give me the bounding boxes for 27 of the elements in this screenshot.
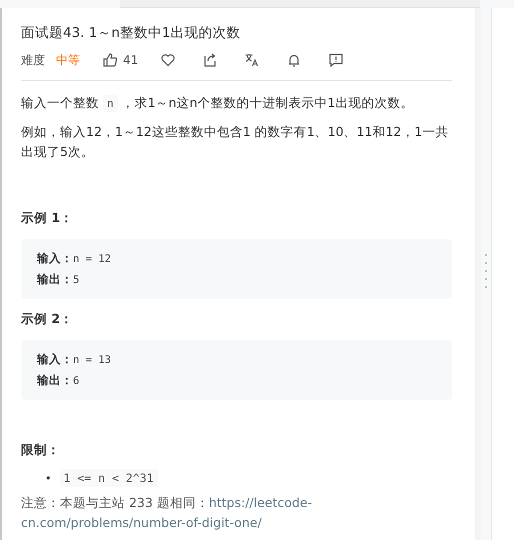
output-label: 输出： [37, 373, 73, 387]
favorite-button[interactable] [160, 52, 176, 68]
example-heading: 示例 1： [21, 210, 74, 227]
example-heading: 示例 2： [21, 311, 74, 328]
bullet: • [45, 472, 52, 485]
difficulty-label: 难度 [21, 52, 45, 68]
example-explanation: 例如，输入12，1～12这些整数中包含1 的数字有1、10、11和12，1一共出现了5次。 [21, 123, 450, 161]
problem-link[interactable]: cn.com/problems/number-of-digit-one/ [21, 515, 262, 530]
output-value: 5 [73, 274, 80, 286]
constraint-code: 1 <= n < 2^31 [60, 469, 158, 487]
share-button[interactable] [202, 52, 218, 68]
thumbs-up-icon [102, 52, 118, 68]
difficulty-level: 中等 [56, 52, 80, 68]
translate-button[interactable] [244, 52, 260, 68]
input-label: 输入： [37, 352, 73, 366]
constraints-heading: 限制： [21, 442, 61, 459]
problem-link[interactable]: https://leetcode- [208, 495, 312, 510]
input-label: 输入： [37, 251, 73, 265]
feedback-button[interactable] [328, 52, 344, 68]
output-value: 6 [73, 375, 80, 387]
input-value: n = 12 [73, 253, 111, 265]
problem-title: 面试题43. 1～n整数中1出现的次数 [21, 24, 242, 42]
like-button[interactable]: 41 [102, 52, 138, 68]
note-text: 注意：本题与主站 233 题相同： [21, 495, 209, 510]
problem-description: 输入一个整数 n ，求1～n这n个整数的十进制表示中1出现的次数。 [21, 94, 414, 114]
output-label: 输出： [37, 272, 73, 286]
input-value: n = 13 [73, 354, 111, 366]
